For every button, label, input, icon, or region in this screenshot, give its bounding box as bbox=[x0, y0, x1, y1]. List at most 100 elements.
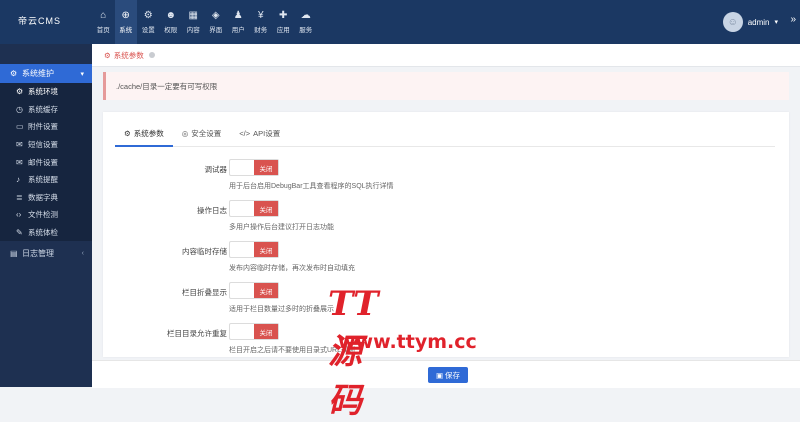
nav-content[interactable]: ▦ 内容 bbox=[182, 0, 205, 44]
sidebar-item-notice[interactable]: ♪ 系统提醒 bbox=[0, 170, 92, 189]
tab-label: 系统参数 bbox=[133, 129, 164, 138]
tab-label: API设置 bbox=[253, 129, 281, 138]
operation-log-toggle[interactable]: 关闭 bbox=[229, 200, 279, 217]
expand-icon[interactable]: » bbox=[790, 14, 796, 25]
nav-services[interactable]: ☁ 服务 bbox=[295, 0, 318, 44]
setting-help: 用于后台启用DebugBar工具查看程序的SQL执行详情 bbox=[229, 183, 394, 190]
code-icon: </> bbox=[239, 129, 251, 138]
alert-message: ./cache/目录一定要有可写权限 bbox=[103, 72, 789, 100]
nav-label: 内容 bbox=[186, 27, 200, 34]
sidebar-item-label: 数据字典 bbox=[28, 192, 58, 202]
breadcrumb-label: 系统参数 bbox=[113, 50, 144, 60]
setting-label: 调试器 bbox=[204, 165, 228, 174]
sidebar-item-label: 系统提醒 bbox=[28, 175, 58, 185]
sidebar-section-system-maintenance[interactable]: ⚙ 系统维护 ▾ bbox=[0, 64, 92, 83]
setting-row-content-cache: 内容临时存储 关闭 发布内容临时存储，再次发布时自动填充 bbox=[103, 239, 789, 279]
sidebar-item-sms[interactable]: ✉ 短信设置 bbox=[0, 135, 92, 154]
toggle-state: 关闭 bbox=[254, 160, 278, 175]
breadcrumb-tab[interactable]: ⚙ 系统参数 bbox=[104, 50, 155, 61]
nav-finance[interactable]: ¥ 财务 bbox=[250, 0, 273, 44]
tab-system-params[interactable]: ⚙ 系统参数 bbox=[115, 122, 173, 147]
settings-tabs: ⚙ 系统参数 ◎ 安全设置 </> API设置 bbox=[115, 122, 775, 147]
sidebar-item-attachment[interactable]: ▭ 附件设置 bbox=[0, 118, 92, 136]
sidebar-item-cache[interactable]: ◷ 系统缓存 bbox=[0, 100, 92, 119]
setting-row-debugger: 调试器 关闭 用于后台启用DebugBar工具查看程序的SQL执行详情 bbox=[103, 157, 789, 197]
nav-label: 财务 bbox=[254, 27, 268, 34]
breadcrumb: ⚙ 系统参数 bbox=[92, 44, 800, 67]
save-icon: ▣ bbox=[435, 370, 444, 380]
main-nav: ⌂ 首页 ⊕ 系统 ⚙ 设置 ☻ 权限 ▦ 内容 ◈ 界面 ♟ 用户 ¥ 财务 bbox=[92, 0, 317, 44]
nav-home[interactable]: ⌂ 首页 bbox=[92, 0, 115, 44]
sidebar-item-label: 文件检测 bbox=[28, 210, 58, 220]
nav-permissions[interactable]: ☻ 权限 bbox=[160, 0, 183, 44]
nav-interface[interactable]: ◈ 界面 bbox=[205, 0, 228, 44]
category-collapse-toggle[interactable]: 关闭 bbox=[229, 282, 279, 299]
database-icon: ≣ bbox=[16, 192, 23, 202]
setting-help: 栏目开启之后请不要使用目录式URL规则 bbox=[229, 347, 356, 354]
code-icon: ‹› bbox=[16, 210, 22, 220]
form-footer: ▣ 保存 bbox=[92, 360, 800, 388]
user-menu[interactable]: ☺ admin ▾ bbox=[722, 12, 778, 32]
cog-icon: ⚙ bbox=[124, 129, 131, 138]
cloud-icon: ☁ bbox=[300, 10, 311, 21]
username: admin bbox=[747, 17, 770, 27]
html5-icon: ◈ bbox=[211, 10, 220, 21]
top-navbar: 帝云CMS ⌂ 首页 ⊕ 系统 ⚙ 设置 ☻ 权限 ▦ 内容 ◈ 界面 ♟ 用户 bbox=[0, 0, 800, 44]
setting-label: 内容临时存储 bbox=[182, 247, 227, 256]
setting-label: 栏目目录允许重复 bbox=[167, 329, 227, 338]
envelope-icon: ✉ bbox=[16, 140, 23, 150]
content-cache-toggle[interactable]: 关闭 bbox=[229, 241, 279, 258]
save-button[interactable]: ▣ 保存 bbox=[428, 367, 468, 383]
nav-label: 用户 bbox=[231, 27, 245, 34]
gear-icon: ⚙ bbox=[16, 87, 24, 97]
tab-label: 安全设置 bbox=[191, 129, 222, 138]
setting-help: 适用于栏目数量过多时的折叠展示 bbox=[229, 306, 334, 313]
bell-icon: ♪ bbox=[16, 175, 20, 185]
nav-settings[interactable]: ⚙ 设置 bbox=[137, 0, 160, 44]
save-label: 保存 bbox=[445, 370, 461, 380]
settings-card: ⚙ 系统参数 ◎ 安全设置 </> API设置 调试器 关闭 用于后台启用Deb… bbox=[103, 112, 789, 357]
sidebar-item-label: 系统环境 bbox=[28, 87, 58, 97]
sidebar-item-health-check[interactable]: ✎ 系统体检 bbox=[0, 223, 92, 242]
nav-label: 应用 bbox=[276, 27, 290, 34]
nav-label: 系统 bbox=[119, 27, 133, 34]
sidebar: ⚙ 系统维护 ▾ ⚙ 系统环境 ◷ 系统缓存 ▭ 附件设置 ✉ 短信设置 ✉ 邮… bbox=[0, 44, 92, 387]
close-icon[interactable] bbox=[148, 52, 155, 58]
app-brand[interactable]: 帝云CMS bbox=[18, 14, 61, 27]
setting-help: 多用户操作后台建议打开日志功能 bbox=[229, 224, 334, 231]
nav-apps[interactable]: ✚ 应用 bbox=[272, 0, 295, 44]
nav-users[interactable]: ♟ 用户 bbox=[227, 0, 250, 44]
globe-icon: ⊕ bbox=[121, 10, 130, 21]
sidebar-item-file-check[interactable]: ‹› 文件检测 bbox=[0, 206, 92, 224]
debugger-toggle[interactable]: 关闭 bbox=[229, 159, 279, 176]
clock-icon: ◷ bbox=[16, 104, 23, 114]
sidebar-item-label: 系统缓存 bbox=[28, 104, 58, 114]
cogs-icon: ⚙ bbox=[143, 10, 153, 21]
nav-label: 权限 bbox=[164, 27, 178, 34]
nav-label: 设置 bbox=[141, 27, 155, 34]
setting-row-category-collapse: 栏目折叠显示 关闭 适用于栏目数量过多时的折叠展示 bbox=[103, 280, 789, 320]
sidebar-section-logs[interactable]: ▤ 日志管理 ‹ bbox=[0, 244, 92, 263]
avatar: ☺ bbox=[722, 12, 743, 32]
tab-api[interactable]: </> API设置 bbox=[230, 122, 289, 145]
envelope-open-icon: ✉ bbox=[16, 157, 23, 167]
tab-security[interactable]: ◎ 安全设置 bbox=[173, 122, 231, 145]
sidebar-section-label: 日志管理 bbox=[22, 249, 54, 259]
sidebar-item-email[interactable]: ✉ 邮件设置 bbox=[0, 153, 92, 171]
user-circle-icon: ☻ bbox=[165, 10, 177, 21]
sidebar-item-label: 附件设置 bbox=[28, 122, 58, 132]
user-icon: ♟ bbox=[233, 10, 243, 21]
category-dir-duplicate-toggle[interactable]: 关闭 bbox=[229, 323, 279, 340]
wrench-icon: ✎ bbox=[16, 228, 23, 238]
calendar-icon: ▤ bbox=[10, 249, 18, 259]
chevron-down-icon: ▾ bbox=[774, 19, 778, 26]
yen-icon: ¥ bbox=[257, 10, 264, 21]
sidebar-item-label: 短信设置 bbox=[28, 140, 58, 150]
grid-icon: ▦ bbox=[188, 10, 198, 21]
folder-icon: ▭ bbox=[16, 122, 24, 132]
nav-system[interactable]: ⊕ 系统 bbox=[114, 0, 137, 44]
sidebar-item-environment[interactable]: ⚙ 系统环境 bbox=[0, 83, 92, 101]
sidebar-item-label: 系统体检 bbox=[28, 228, 58, 238]
setting-label: 栏目折叠显示 bbox=[182, 288, 227, 297]
sidebar-item-dictionary[interactable]: ≣ 数据字典 bbox=[0, 188, 92, 207]
